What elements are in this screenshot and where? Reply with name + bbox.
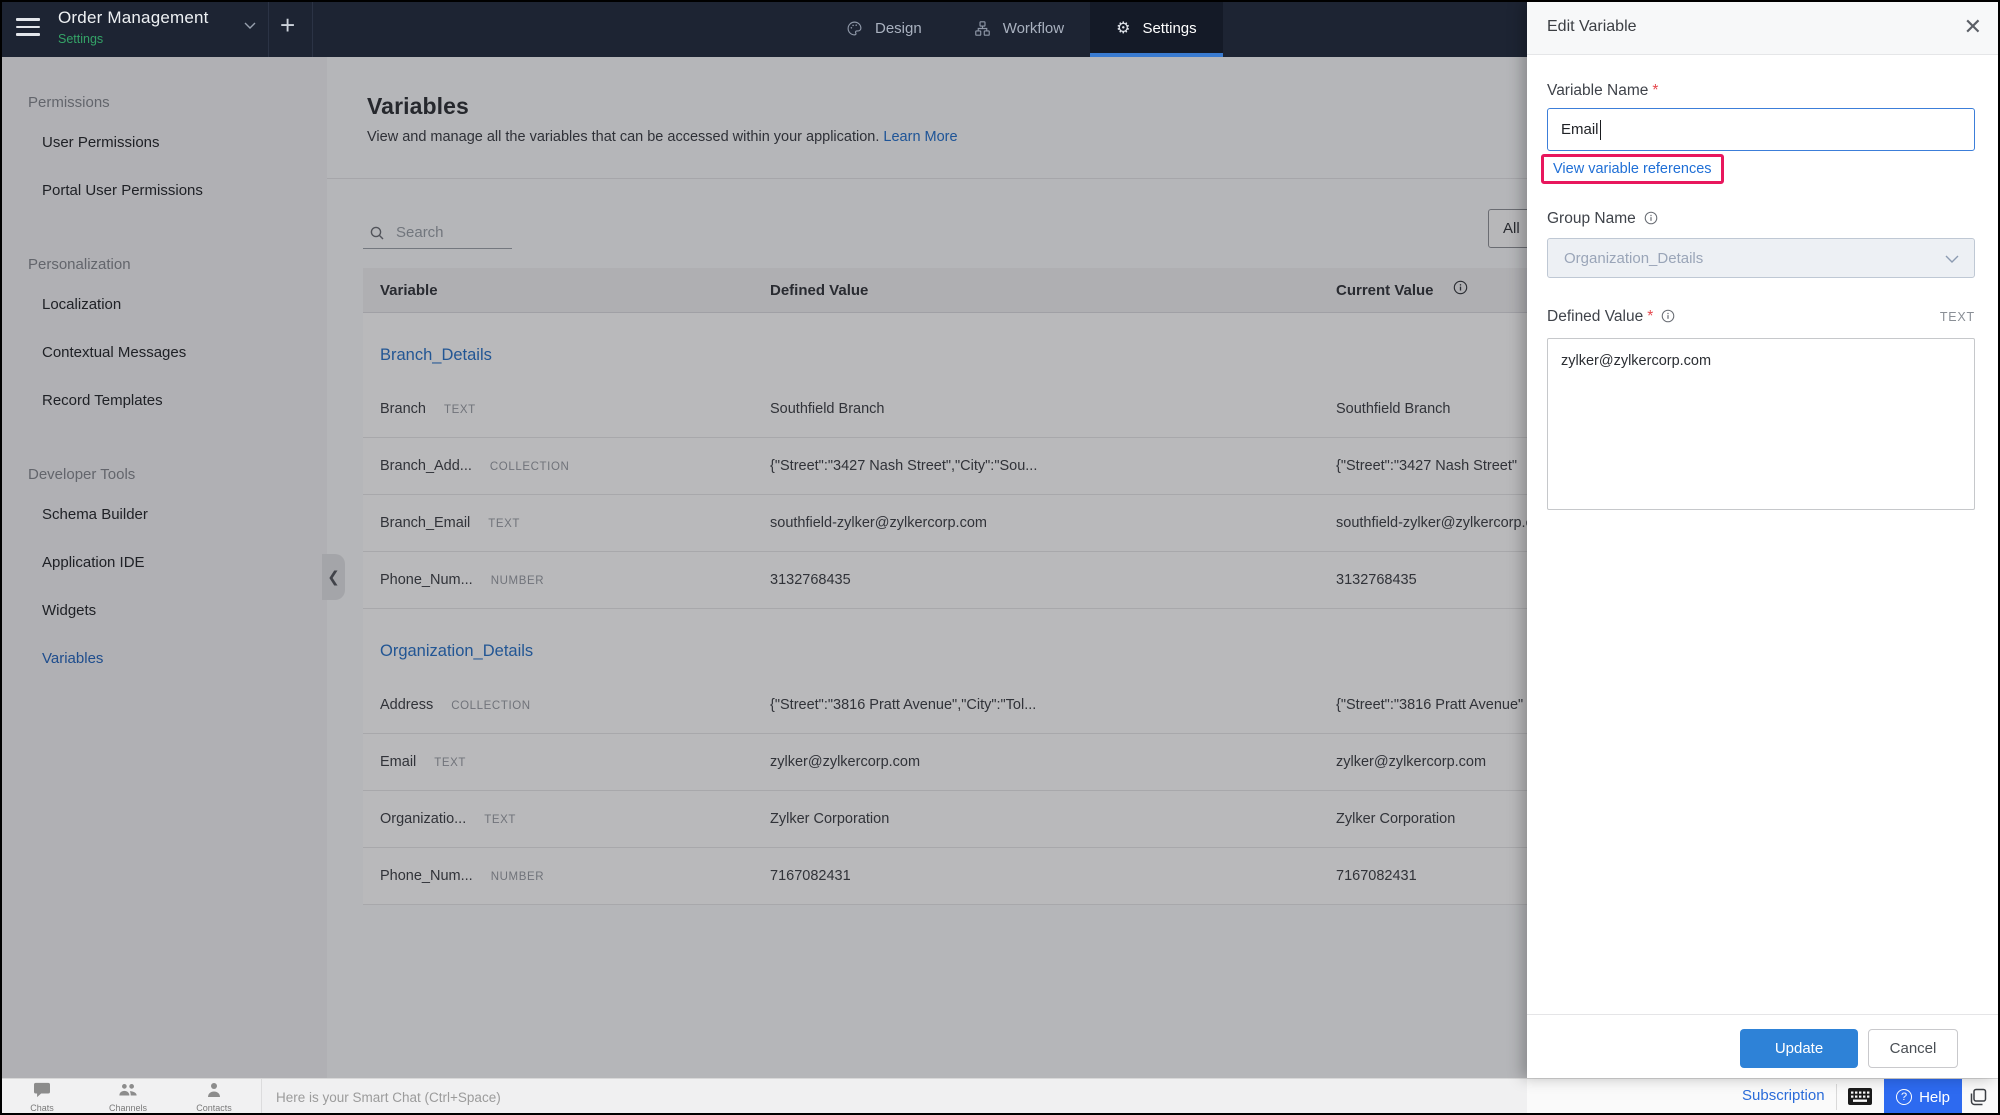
tab-settings[interactable]: ⚙ Settings: [1090, 0, 1223, 57]
keyboard-shortcuts-icon[interactable]: [1847, 1087, 1873, 1106]
status-bar: Chats Channels Contacts Here is your Smart…: [0, 1078, 2000, 1115]
dock-item-label: Chats: [30, 1103, 54, 1113]
panel-header: Edit Variable ✕: [1527, 2, 1998, 55]
chevron-down-icon: [1944, 253, 1960, 265]
help-button[interactable]: ? Help: [1884, 1079, 1962, 1115]
palette-icon: [846, 20, 863, 37]
panel-title: Edit Variable: [1547, 18, 1637, 35]
app-screen: Order Management Settings + Design Workfl…: [0, 0, 2000, 1115]
panel-footer-divider: [1527, 1014, 1998, 1015]
value-type-badge: TEXT: [1939, 310, 1975, 324]
topbar-divider: [312, 0, 313, 57]
edit-variable-panel: Edit Variable ✕ Variable Name * Email Vie…: [1527, 2, 1998, 1078]
chat-bubble-icon: [33, 1082, 51, 1102]
topbar-divider: [268, 0, 269, 57]
app-subtitle: Settings: [58, 32, 104, 46]
topbar-tabs: Design Workflow ⚙ Settings: [820, 0, 1223, 57]
variable-name-label: Variable Name *: [1547, 82, 1659, 99]
modal-dim-overlay: [0, 57, 1527, 1078]
app-title: Order Management: [58, 8, 209, 27]
tab-workflow[interactable]: Workflow: [948, 0, 1090, 57]
required-asterisk: *: [1647, 308, 1654, 325]
add-application-button[interactable]: +: [280, 10, 295, 41]
hamburger-menu-icon[interactable]: [16, 18, 40, 38]
group-name-select[interactable]: Organization_Details: [1547, 238, 1975, 278]
variable-name-input[interactable]: Email: [1547, 108, 1975, 151]
cancel-button[interactable]: Cancel: [1868, 1029, 1958, 1068]
tab-label: Workflow: [1002, 20, 1065, 37]
defined-value-textarea[interactable]: zylker@zylkercorp.com: [1547, 338, 1975, 510]
annotation-highlight-box: View variable references: [1541, 154, 1724, 184]
workflow-icon: [974, 20, 991, 37]
dock-item-contacts[interactable]: Contacts: [182, 1082, 246, 1113]
info-icon[interactable]: [1661, 309, 1675, 323]
tab-design[interactable]: Design: [820, 0, 948, 57]
text-caret: [1599, 119, 1602, 140]
window-stack-icon[interactable]: [1968, 1087, 1988, 1107]
people-icon: [118, 1084, 138, 1102]
group-name-label: Group Name: [1547, 210, 1658, 228]
view-variable-references-link[interactable]: View variable references: [1553, 161, 1712, 177]
dock-item-label: Channels: [108, 1103, 148, 1113]
tab-label: Design: [875, 20, 922, 37]
dock-item-label: Contacts: [196, 1103, 232, 1113]
subscription-link[interactable]: Subscription: [1742, 1087, 1825, 1104]
required-asterisk: *: [1652, 82, 1659, 99]
chat-dock: Chats Channels Contacts: [0, 1079, 262, 1115]
defined-value-label: Defined Value *: [1547, 308, 1675, 326]
tab-label: Settings: [1142, 20, 1197, 37]
close-icon[interactable]: ✕: [1964, 14, 1982, 40]
info-icon[interactable]: [1644, 211, 1658, 225]
dock-item-chats[interactable]: Chats: [10, 1082, 74, 1113]
smart-chat-input[interactable]: Here is your Smart Chat (Ctrl+Space): [262, 1079, 1527, 1115]
dock-item-channels[interactable]: Channels: [96, 1082, 160, 1113]
question-mark-icon: ?: [1896, 1089, 1913, 1105]
update-button[interactable]: Update: [1740, 1029, 1858, 1068]
person-icon: [206, 1083, 222, 1102]
gear-icon: ⚙: [1116, 19, 1131, 37]
chevron-down-icon[interactable]: [242, 17, 258, 38]
statusbar-divider: [1836, 1084, 1837, 1110]
